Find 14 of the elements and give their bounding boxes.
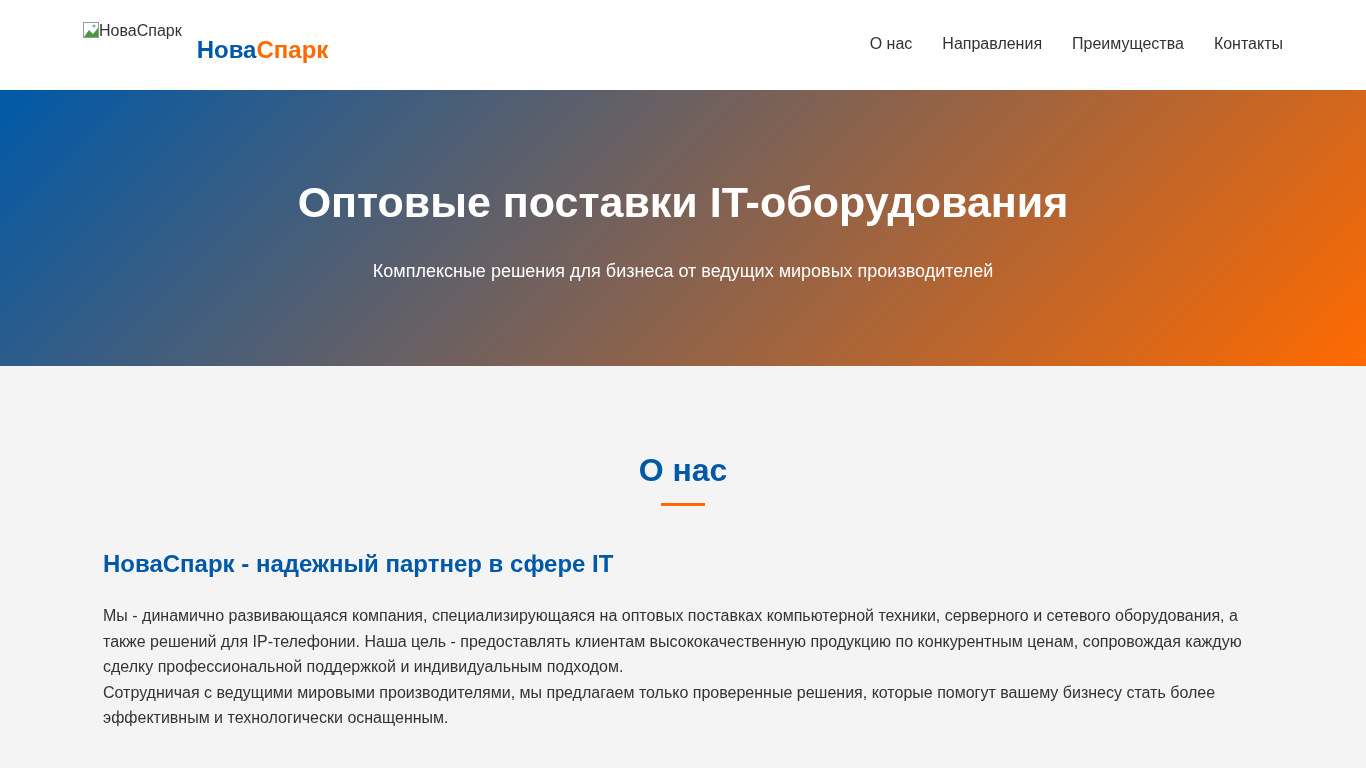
about-paragraph: Мы - динамично развивающаяся компания, специализирующаяся на оптовых поставках компьютерной техники, серверного и сетевого оборудования, а также решений для IP-телефонии. Наша цель - предоставлять клиентам высококачественную продукцию по конкурентным ценам, сопровождая каждую сделку профессиональной поддержкой и индивидуальным подходом. xyxy=(103,606,1243,677)
about-subtitle: НоваСпарк - надежный партнер в сфере IT xyxy=(103,550,615,578)
hero-title: Оптовые поставки IT-оборудования xyxy=(297,178,1069,227)
hero-subtitle: Комплексные решения для бизнеса от ведущих мировых производителей xyxy=(372,261,994,282)
title-underline xyxy=(661,503,705,506)
section-title: О нас xyxy=(637,452,729,489)
broken-image-icon xyxy=(83,21,99,38)
nav-link[interactable]: О нас xyxy=(869,35,913,53)
brand-name[interactable]: НоваСпарк xyxy=(196,35,329,64)
about-paragraph: Сотрудничая с ведущими мировыми производителями, мы предлагаем только проверенные решения, которые помогут вашему бизнесу стать более эффективным и технологически оснащенным. xyxy=(103,682,1217,728)
nav-link[interactable]: Преимущества xyxy=(1072,35,1184,53)
broken-image: НоваСпарк xyxy=(83,21,182,40)
nav-link[interactable]: Направления xyxy=(942,35,1043,53)
nav-link[interactable]: Контакты xyxy=(1213,35,1283,53)
